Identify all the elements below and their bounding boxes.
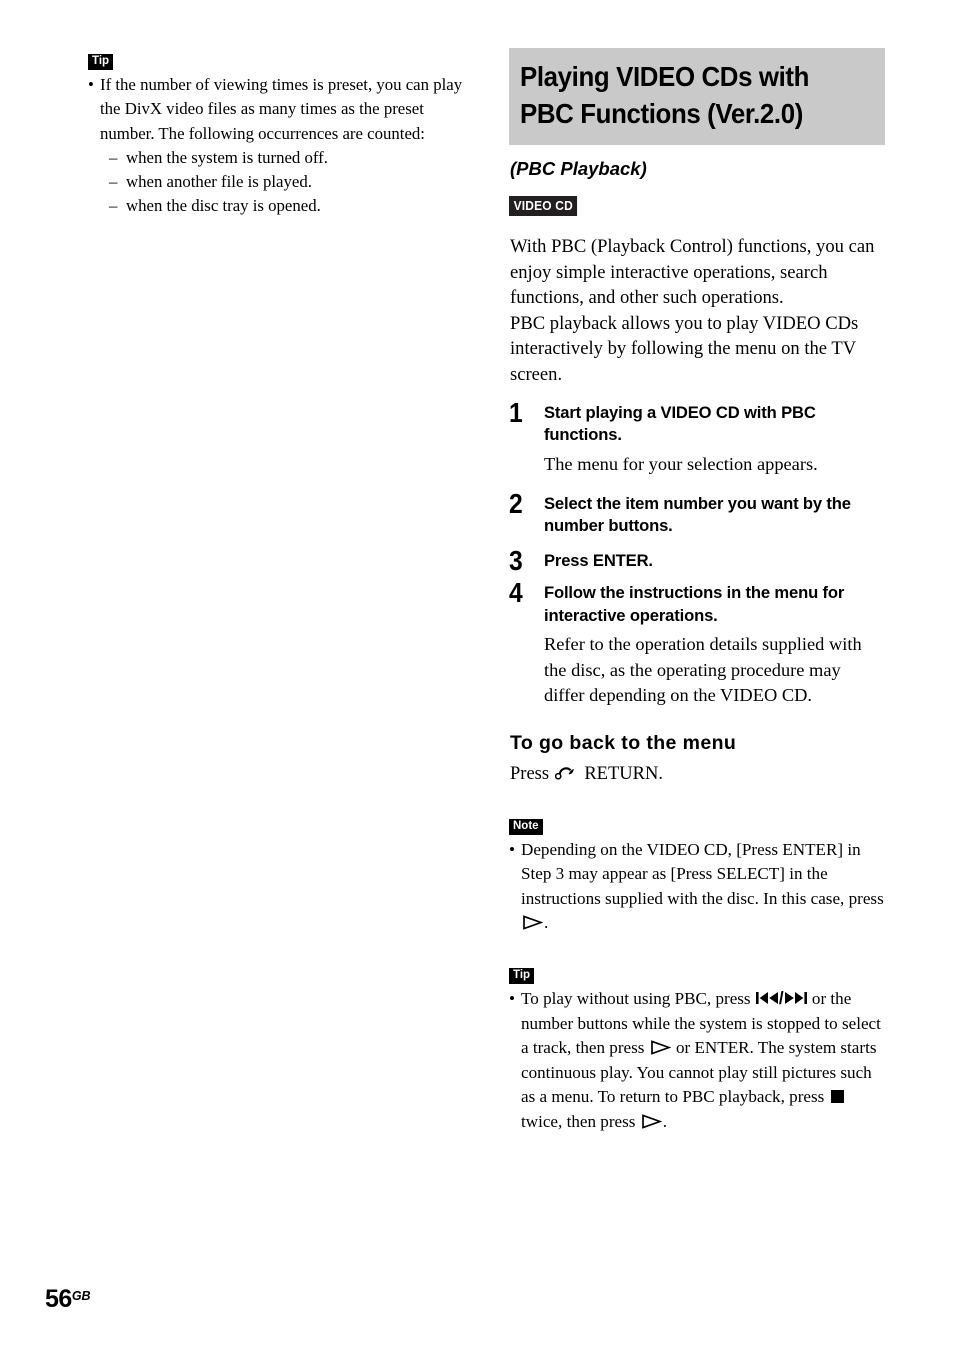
tip-bullet-item: • To play without using PBC, press / or … [509, 987, 885, 1135]
dash-icon: – [109, 147, 118, 167]
folio-number: 56 [45, 1285, 72, 1313]
note-badge: Note [509, 818, 543, 835]
tip-block: Tip • To play without using PBC, press / [509, 966, 885, 1135]
step-number: 1 [509, 396, 523, 428]
step-body: Refer to the operation details supplied … [544, 634, 862, 706]
play-icon [641, 1112, 663, 1129]
previous-track-icon [755, 988, 779, 1005]
step-number: 3 [509, 544, 523, 576]
tip-sub-list: – when the system is turned off. – when … [100, 146, 478, 219]
manual-page: Tip • If the number of viewing times is … [0, 0, 954, 1352]
press-return-line: Press RETURN. [510, 762, 885, 787]
section-subtitle: (PBC Playback) [510, 158, 647, 179]
tip-text-part-4: twice, then press [521, 1112, 636, 1132]
step-2: 2 Select the item number you want by the… [509, 488, 885, 538]
step-title: Start playing a VIDEO CD with PBC functi… [544, 402, 816, 445]
tip-bullet-block: • To play without using PBC, press / or … [509, 987, 885, 1135]
note-bullet-block: • Depending on the VIDEO CD, [Press ENTE… [509, 838, 885, 936]
step-number: 4 [509, 577, 523, 609]
bullet-dot-icon: • [509, 989, 515, 1009]
press-return-suffix: RETURN. [584, 763, 663, 784]
return-icon [554, 764, 579, 780]
left-tip-block: • If the number of viewing times is pres… [88, 73, 478, 219]
tip-badge-row-2: Tip [509, 966, 885, 985]
step-title: Follow the instructions in the menu for … [544, 583, 845, 625]
step-3: 3 Press ENTER. [509, 545, 885, 575]
press-return-prefix: Press [510, 763, 550, 784]
note-block: Note • Depending on the VIDEO CD, [Press… [509, 817, 885, 936]
sub-item-text: when the disc tray is opened. [126, 196, 321, 216]
step-title: Press ENTER. [544, 550, 653, 570]
disc-type-badge: VIDEO CD [509, 196, 578, 216]
sub-item-text: when another file is played. [126, 172, 312, 192]
sub-heading: To go back to the menu [510, 731, 737, 754]
note-badge-row: Note [509, 817, 885, 835]
step-title: Select the item number you want by the n… [544, 493, 851, 536]
dash-icon: – [109, 196, 118, 216]
section-heading-band: Playing VIDEO CDs with PBC Functions (Ve… [509, 48, 885, 145]
right-column: Playing VIDEO CDs with PBC Functions (Ve… [509, 48, 885, 1135]
note-bullet-item: • Depending on the VIDEO CD, [Press ENTE… [509, 838, 885, 936]
page-title: Playing VIDEO CDs with PBC Functions (Ve… [520, 61, 810, 129]
next-track-icon [784, 988, 808, 1005]
tip-text: If the number of viewing times is preset… [100, 75, 463, 143]
tip-bullet-item: • If the number of viewing times is pres… [88, 73, 478, 219]
list-item: – when the disc tray is opened. [100, 194, 478, 218]
bullet-dot-icon: • [509, 839, 515, 859]
intro-paragraph: With PBC (Playback Control) functions, y… [510, 236, 875, 385]
play-icon [650, 1038, 672, 1056]
page-folio: 56GB [45, 1283, 91, 1313]
tip-badge: Tip [509, 968, 535, 985]
bullet-dot-icon: • [88, 75, 94, 94]
folio-region-code: GB [71, 1289, 91, 1303]
tip-badge-row: Tip [88, 52, 478, 70]
list-item: – when another file is played. [100, 170, 478, 194]
step-1: 1 Start playing a VIDEO CD with PBC func… [509, 397, 885, 477]
step-body: The menu for your selection appears. [544, 453, 818, 474]
left-column: Tip • If the number of viewing times is … [88, 52, 478, 219]
tip-text-part-1: To play without using PBC, press [521, 989, 751, 1009]
sub-item-text: when the system is turned off. [126, 147, 328, 167]
list-item: – when the system is turned off. [100, 146, 478, 170]
note-text-part-1: Depending on the VIDEO CD, [Press ENTER]… [521, 839, 884, 908]
dash-icon: – [109, 172, 118, 192]
step-list: 1 Start playing a VIDEO CD with PBC func… [509, 397, 885, 709]
step-number: 2 [509, 487, 523, 519]
step-4: 4 Follow the instructions in the menu fo… [509, 578, 885, 708]
play-icon [522, 913, 544, 931]
stop-icon [830, 1090, 844, 1104]
note-text-part-2: . [544, 913, 549, 933]
tip-badge: Tip [88, 54, 114, 70]
tip-text-part-5: . [662, 1112, 667, 1132]
